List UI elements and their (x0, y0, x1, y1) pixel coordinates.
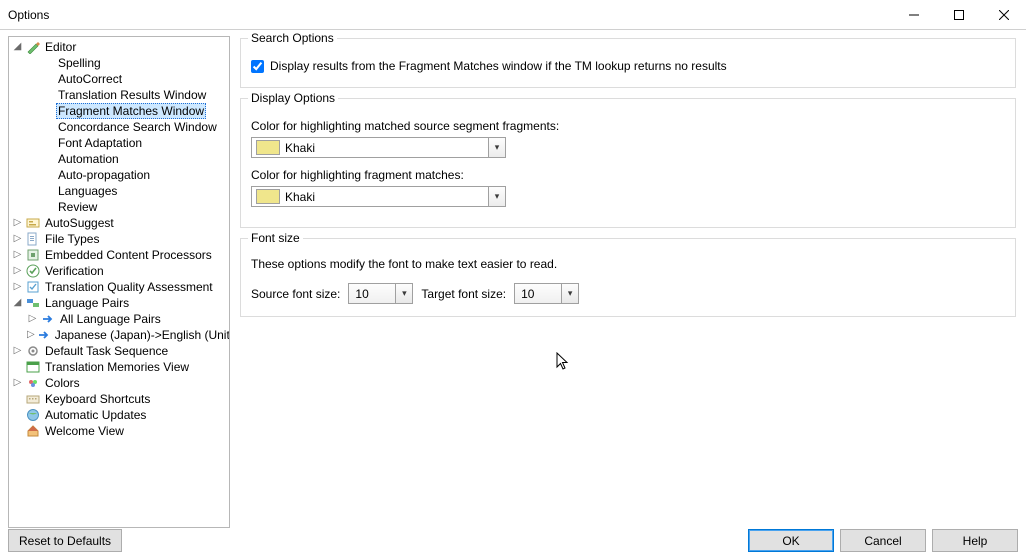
tree-item-tqa[interactable]: ▷ Translation Quality Assessment (9, 279, 229, 295)
tree-item-concordance-search-window[interactable]: Concordance Search Window (9, 119, 229, 135)
tree-item-keyboard-shortcuts[interactable]: Keyboard Shortcuts (9, 391, 229, 407)
gear-icon (25, 343, 41, 359)
tree-item-tm-view[interactable]: Translation Memories View (9, 359, 229, 375)
font-size-legend: Font size (248, 231, 303, 245)
search-options-group: Search Options Display results from the … (240, 38, 1016, 88)
tree-item-auto-propagation[interactable]: Auto-propagation (9, 167, 229, 183)
expand-icon[interactable]: ▷ (12, 234, 23, 245)
palette-icon (25, 375, 41, 391)
globe-icon (25, 407, 41, 423)
tree-item-file-types[interactable]: ▷ File Types (9, 231, 229, 247)
tm-icon (25, 359, 41, 375)
file-icon (25, 231, 41, 247)
reset-defaults-button[interactable]: Reset to Defaults (8, 529, 122, 552)
expand-icon[interactable]: ▷ (12, 266, 23, 277)
source-color-label: Color for highlighting matched source se… (251, 119, 1005, 133)
window-title: Options (8, 8, 891, 22)
tree-item-all-language-pairs[interactable]: ▷ All Language Pairs (9, 311, 229, 327)
tree-item-fragment-matches-window[interactable]: Fragment Matches Window (9, 103, 229, 119)
source-color-combo[interactable]: Khaki ▾ (251, 137, 506, 158)
search-options-legend: Search Options (248, 31, 337, 45)
expand-icon[interactable]: ▷ (12, 218, 23, 229)
expand-icon[interactable]: ▷ (12, 250, 23, 261)
settings-panel: Search Options Display results from the … (238, 36, 1018, 528)
tree-item-font-adaptation[interactable]: Font Adaptation (9, 135, 229, 151)
target-font-size-label: Target font size: (421, 287, 506, 301)
maximize-button[interactable] (936, 0, 981, 29)
source-font-size-label: Source font size: (251, 287, 340, 301)
dialog-footer: Reset to Defaults OK Cancel Help (0, 528, 1026, 559)
languages-icon (25, 295, 41, 311)
processor-icon (25, 247, 41, 263)
arrow-right-icon (40, 311, 56, 327)
tree-item-language-pairs[interactable]: ◢ Language Pairs (9, 295, 229, 311)
color-swatch (256, 189, 280, 204)
pencil-icon (25, 39, 41, 55)
tree-item-verification[interactable]: ▷ Verification (9, 263, 229, 279)
home-icon (25, 423, 41, 439)
tree-item-default-task-sequence[interactable]: ▷ Default Task Sequence (9, 343, 229, 359)
target-font-size-combo[interactable]: 10 ▾ (514, 283, 579, 304)
expand-icon[interactable]: ▷ (27, 330, 35, 341)
tree-item-embedded-content-processors[interactable]: ▷ Embedded Content Processors (9, 247, 229, 263)
tree-item-automatic-updates[interactable]: Automatic Updates (9, 407, 229, 423)
display-results-checkbox-row[interactable]: Display results from the Fragment Matche… (251, 57, 1005, 75)
color-swatch (256, 140, 280, 155)
chevron-down-icon[interactable]: ▾ (488, 138, 505, 157)
tree-item-autocorrect[interactable]: AutoCorrect (9, 71, 229, 87)
check-icon (25, 263, 41, 279)
tree-item-colors[interactable]: ▷ Colors (9, 375, 229, 391)
display-results-checkbox[interactable] (251, 60, 264, 73)
tree-item-automation[interactable]: Automation (9, 151, 229, 167)
display-results-label: Display results from the Fragment Matche… (270, 59, 727, 73)
matches-color-combo[interactable]: Khaki ▾ (251, 186, 506, 207)
tree-item-japanese-english[interactable]: ▷ Japanese (Japan)->English (United King… (9, 327, 229, 343)
display-options-group: Display Options Color for highlighting m… (240, 98, 1016, 228)
ok-button[interactable]: OK (748, 529, 834, 552)
tree-item-welcome-view[interactable]: Welcome View (9, 423, 229, 439)
cancel-button[interactable]: Cancel (840, 529, 926, 552)
tree-item-spelling[interactable]: Spelling (9, 55, 229, 71)
expand-icon[interactable]: ▷ (12, 282, 23, 293)
expand-icon[interactable]: ▷ (12, 378, 23, 389)
collapse-icon[interactable]: ◢ (12, 298, 23, 309)
quality-icon (25, 279, 41, 295)
font-size-group: Font size These options modify the font … (240, 238, 1016, 317)
tree-item-autosuggest[interactable]: ▷ AutoSuggest (9, 215, 229, 231)
chevron-down-icon[interactable]: ▾ (395, 284, 412, 303)
font-size-description: These options modify the font to make te… (251, 257, 1005, 271)
keyboard-icon (25, 391, 41, 407)
titlebar: Options (0, 0, 1026, 30)
minimize-button[interactable] (891, 0, 936, 29)
collapse-icon[interactable]: ◢ (12, 42, 23, 53)
expand-icon[interactable]: ▷ (27, 314, 38, 325)
chevron-down-icon[interactable]: ▾ (488, 187, 505, 206)
arrow-right-icon (37, 327, 51, 343)
tree-item-editor[interactable]: ◢ Editor (9, 39, 229, 55)
tree-item-languages[interactable]: Languages (9, 183, 229, 199)
help-button[interactable]: Help (932, 529, 1018, 552)
tree-item-translation-results-window[interactable]: Translation Results Window (9, 87, 229, 103)
source-font-size-combo[interactable]: 10 ▾ (348, 283, 413, 304)
expand-icon[interactable]: ▷ (12, 346, 23, 357)
chevron-down-icon[interactable]: ▾ (561, 284, 578, 303)
display-options-legend: Display Options (248, 91, 338, 105)
suggest-icon (25, 215, 41, 231)
close-button[interactable] (981, 0, 1026, 29)
tree-item-review[interactable]: Review (9, 199, 229, 215)
matches-color-label: Color for highlighting fragment matches: (251, 168, 1005, 182)
options-tree[interactable]: ◢ Editor Spelling AutoCorrect Translatio… (8, 36, 230, 528)
